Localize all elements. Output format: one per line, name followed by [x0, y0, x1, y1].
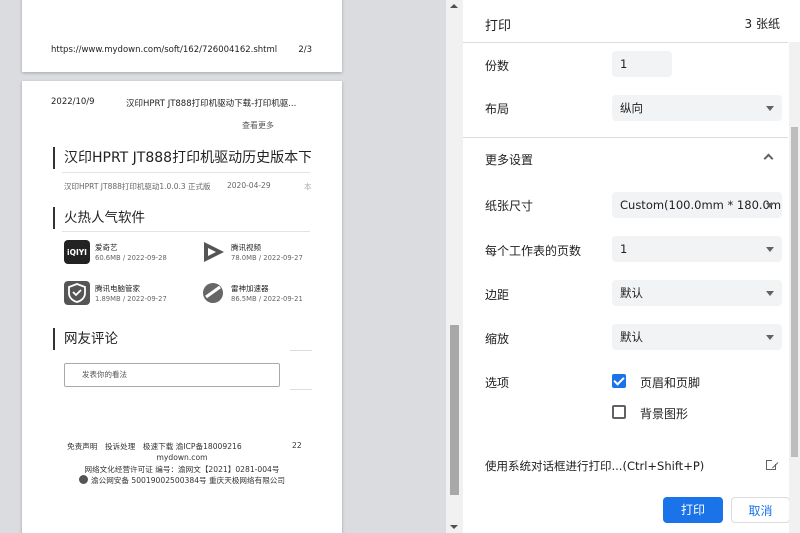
footer-license: 网络文化经营许可证 编号：渝网文【2021】0281-004号: [84, 465, 280, 474]
iqiyi-icon: iQIYI: [64, 240, 90, 264]
app-item: 腾讯电脑管家 1.89MB / 2022-09-27: [64, 281, 184, 307]
dropdown-caret-icon: [766, 247, 774, 252]
version-name: 汉印HPRT JT888打印机驱动1.0.0.3 正式版: [64, 182, 211, 191]
version-more: 本: [304, 182, 312, 191]
footer-links: 免责声明 投诉处理 极速下载 渝ICP备18009216: [67, 442, 242, 451]
paper-size-select[interactable]: Custom(100.0mm * 180.0mm): [612, 192, 782, 218]
app-meta: 1.89MB / 2022-09-27: [95, 295, 167, 303]
preview-scrollbar[interactable]: [446, 0, 463, 533]
page-header-date: 2022/10/9: [51, 97, 95, 107]
preview-page-3: 2022/10/9 汉印HPRT JT888打印机驱动下载-打印机驱... 查看…: [22, 81, 342, 533]
copies-label: 份数: [485, 59, 510, 73]
footer-police: 渝公网安备 50019002500384号 重庆天极网络有限公司: [91, 476, 285, 485]
layout-label: 布局: [485, 102, 510, 116]
svg-text:iQIYI: iQIYI: [67, 248, 87, 257]
hot-software-title: 火热人气软件: [53, 207, 145, 229]
dropdown-caret-icon: [766, 335, 774, 340]
comment-input-preview: 发表你的看法: [64, 363, 280, 387]
article-title: 汉印HPRT JT888打印机驱动历史版本下载: [53, 147, 311, 169]
divider: [463, 42, 788, 43]
background-graphics-label[interactable]: 背景图形: [640, 405, 688, 422]
print-preview-area: https://www.mydown.com/soft/162/72600416…: [0, 0, 463, 533]
layout-select[interactable]: 纵向: [612, 95, 782, 121]
margins-label: 边距: [485, 288, 510, 302]
more-settings-toggle[interactable]: 更多设置: [485, 151, 533, 168]
pages-per-sheet-select[interactable]: 1: [612, 236, 782, 262]
app-meta: 60.6MB / 2022-09-28: [95, 254, 167, 262]
leishen-accelerator-icon: [200, 281, 226, 305]
dialog-title: 打印: [485, 19, 512, 34]
preview-page-2: https://www.mydown.com/soft/162/72600416…: [22, 0, 342, 72]
app-item: 雷神加速器 86.5MB / 2022-09-21: [200, 281, 320, 307]
footer-domain: mydown.com: [156, 453, 208, 462]
pages-per-sheet-value: 1: [620, 242, 628, 256]
paper-size-label: 纸张尺寸: [485, 199, 534, 213]
tencent-pc-manager-icon: [64, 281, 90, 305]
divider: [463, 137, 788, 138]
app-name: 雷神加速器: [231, 284, 269, 293]
pages-per-sheet-label: 每个工作表的页数: [485, 244, 582, 258]
page-footer-number: 2/3: [298, 45, 312, 55]
version-date: 2020-04-29: [227, 181, 271, 190]
options-label: 选项: [485, 376, 510, 390]
background-graphics-checkbox[interactable]: [612, 405, 626, 419]
comment-side-box: [290, 350, 312, 390]
scale-label: 缩放: [485, 332, 510, 346]
app-name: 腾讯电脑管家: [95, 284, 140, 293]
app-name: 腾讯视频: [231, 243, 261, 252]
copies-input[interactable]: 1: [612, 51, 672, 77]
margins-select[interactable]: 默认: [612, 280, 782, 306]
dropdown-caret-icon: [766, 291, 774, 296]
footer-links-num: 22: [292, 441, 302, 450]
app-name: 爱奇艺: [95, 243, 118, 252]
cancel-button[interactable]: 取消: [731, 497, 790, 523]
app-meta: 78.0MB / 2022-09-27: [231, 254, 303, 262]
scale-select[interactable]: 默认: [612, 324, 782, 350]
footer-police-row: 渝公网安备 50019002500384号 重庆天极网络有限公司: [22, 475, 342, 486]
scroll-up-icon[interactable]: [450, 4, 458, 8]
layout-value: 纵向: [620, 101, 643, 115]
scale-value: 默认: [620, 330, 643, 344]
scroll-thumb[interactable]: [450, 325, 459, 495]
paper-size-value: Custom(100.0mm * 180.0mm): [620, 198, 782, 212]
open-external-icon[interactable]: [766, 458, 778, 470]
sheet-count: 3 张纸: [744, 17, 780, 31]
police-badge-icon: [79, 475, 89, 484]
print-button[interactable]: 打印: [663, 497, 723, 523]
settings-scrollbar[interactable]: [789, 42, 800, 533]
headers-footers-checkbox[interactable]: [612, 374, 626, 388]
scroll-down-icon[interactable]: [450, 525, 458, 529]
headers-footers-label[interactable]: 页眉和页脚: [640, 374, 700, 391]
divider: [62, 172, 310, 173]
app-item: iQIYI 爱奇艺 60.6MB / 2022-09-28: [64, 240, 184, 266]
app-meta: 86.5MB / 2022-09-21: [231, 295, 303, 303]
page-footer-url: https://www.mydown.com/soft/162/72600416…: [51, 45, 278, 55]
settings-scroll-thumb[interactable]: [791, 127, 798, 457]
chevron-up-icon[interactable]: [763, 153, 774, 164]
dropdown-caret-icon: [766, 203, 774, 208]
dropdown-caret-icon: [766, 106, 774, 111]
divider: [62, 231, 310, 232]
margins-value: 默认: [620, 286, 643, 300]
system-dialog-link[interactable]: 使用系统对话框进行打印...(Ctrl+Shift+P): [485, 458, 704, 474]
page-header-title: 汉印HPRT JT888打印机驱动下载-打印机驱...: [126, 99, 297, 109]
see-more-link: 查看更多: [242, 121, 274, 130]
comments-title: 网友评论: [53, 328, 118, 350]
tencent-video-icon: [200, 240, 226, 264]
print-settings-panel: 打印 3 张纸 份数 1 布局 纵向 更多设置 纸张尺寸 Custom(100.…: [463, 0, 800, 533]
app-item: 腾讯视频 78.0MB / 2022-09-27: [200, 240, 320, 266]
